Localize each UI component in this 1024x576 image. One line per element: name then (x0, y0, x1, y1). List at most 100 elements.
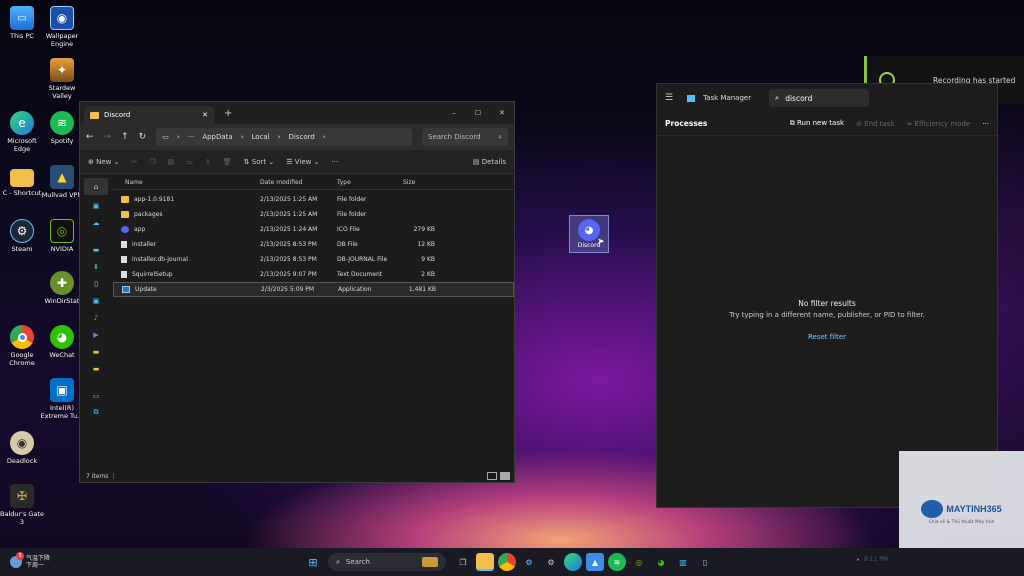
music-icon[interactable]: ♪ (80, 309, 112, 326)
breadcrumb-appdata[interactable]: AppData (202, 133, 232, 141)
desktop-icon-edge[interactable]: e Microsoft Edge (0, 111, 44, 153)
home-icon[interactable]: ⌂ (84, 178, 108, 195)
file-row[interactable]: SquirrelSetup 2/13/2025 9:07 PM Text Docum… (113, 267, 514, 282)
new-button[interactable]: ⊕ New ⌄ (88, 158, 119, 166)
desktop-icon-spotify[interactable]: ≋ Spotify (40, 111, 84, 145)
taskbar-search-input[interactable]: ⌕ Search (328, 553, 447, 571)
chevron-up-icon[interactable]: ˄ (856, 558, 860, 567)
notepad-icon[interactable]: ▯ (696, 553, 714, 571)
copy-icon[interactable]: ❐ (149, 158, 155, 166)
desktop-icon-deadlock[interactable]: ◉ Deadlock (0, 431, 44, 465)
videos-icon[interactable]: ▶ (80, 326, 112, 343)
desktop-icon-mullvad[interactable]: ▲ Mullvad VPN (40, 165, 84, 199)
column-date-modified[interactable]: Date modified (258, 179, 335, 186)
maximize-icon[interactable]: ☐ (466, 109, 490, 117)
file-row[interactable]: Update 2/3/2025 5:09 PM Application 1,481 K… (113, 282, 514, 297)
steam-icon[interactable]: ⚙ (520, 553, 538, 571)
desktop-icon-wechat[interactable]: ◕ WeChat (40, 325, 84, 359)
gallery-icon[interactable]: ▣ (80, 197, 112, 214)
explorer-titlebar: Discord ✕ + – ☐ ✕ (80, 102, 514, 124)
wechat-icon: ◕ (50, 325, 74, 349)
cut-icon[interactable]: ✂ (131, 158, 137, 166)
desktop-icon-c-shortcut[interactable]: C - Shortcut (0, 165, 44, 197)
explorer-navigation-pane: ⌂ ▣ ☁ ▬ ⬇ ▯ ▣ ♪ ▶ ▬ ▬ ▭ ⧉ (80, 176, 112, 470)
file-row[interactable]: installer.db-journal 2/13/2025 8:53 PM DB-… (113, 252, 514, 267)
efficiency-mode-button[interactable]: ❧ Efficiency mode (906, 120, 970, 128)
desktop-icon-steam[interactable]: ⚙ Steam (0, 219, 44, 253)
back-icon[interactable]: ← (86, 132, 94, 142)
chrome-icon[interactable] (498, 553, 517, 571)
details-view-icon[interactable] (487, 472, 497, 480)
menu-icon[interactable]: ☰ (665, 93, 673, 103)
close-window-icon[interactable]: ✕ (490, 109, 514, 117)
settings-icon[interactable]: ⚙ (542, 553, 560, 571)
breadcrumb-local[interactable]: Local (252, 133, 270, 141)
weather-widget[interactable]: 3 气温下降 下周一 (10, 552, 50, 569)
mullvad-icon: ▲ (50, 165, 74, 189)
sort-button[interactable]: ⇅ Sort ⌄ (244, 158, 275, 166)
file-explorer-icon[interactable] (476, 553, 495, 571)
share-icon[interactable]: ⇪ (205, 158, 211, 166)
column-size[interactable]: Size (399, 179, 437, 186)
wechat-icon[interactable]: ◕ (652, 553, 670, 571)
refresh-icon[interactable]: ↻ (139, 132, 147, 142)
details-button[interactable]: ▤ Details (473, 158, 506, 166)
new-tab-icon[interactable]: + (224, 108, 232, 119)
desktop-icon-intel[interactable]: ▣ Intel(R) Extreme Tu... (40, 378, 84, 420)
more-options-icon[interactable]: ··· (331, 158, 338, 166)
desktop-icon-baldurs-gate[interactable]: ✠ Baldur's Gate 3 (0, 484, 44, 526)
process-search-input[interactable]: ⌕ discord (769, 89, 869, 107)
rename-icon[interactable]: ▭ (186, 158, 193, 166)
spotify-icon[interactable]: ≋ (608, 553, 627, 571)
column-name[interactable]: Name (113, 179, 258, 186)
forward-icon[interactable]: → (104, 132, 112, 142)
end-task-button[interactable]: ⊘ End task (856, 120, 894, 128)
desktop-icon-chrome[interactable]: Google Chrome (0, 325, 44, 367)
file-icon (121, 256, 127, 263)
view-button[interactable]: ☰ View ⌄ (286, 158, 319, 166)
desktop-icon-windirstat[interactable]: ✚ WinDirStat (40, 271, 84, 305)
minimize-icon[interactable]: – (442, 109, 466, 117)
desktop-icon-this-pc[interactable]: ▭ This PC (0, 6, 44, 40)
up-icon[interactable]: ↑ (121, 132, 129, 142)
task-manager-icon[interactable]: ▥ (674, 553, 692, 571)
file-row[interactable]: app 2/13/2025 1:24 AM ICO File 279 KB (113, 222, 514, 237)
file-row[interactable]: installer 2/13/2025 8:53 PM DB File 12 KB (113, 237, 514, 252)
file-row[interactable]: app-1.0.9181 2/13/2025 1:25 AM File folder (113, 192, 514, 207)
folder-icon[interactable]: ▬ (80, 360, 112, 377)
edge-icon[interactable] (564, 553, 583, 571)
reset-filter-link[interactable]: Reset filter (657, 333, 997, 341)
close-tab-icon[interactable]: ✕ (202, 111, 208, 119)
breadcrumb[interactable]: ▭ › ··· AppData › Local › Discord › (156, 128, 412, 146)
more-options-icon[interactable]: ··· (982, 120, 989, 128)
column-type[interactable]: Type (335, 179, 399, 186)
run-new-task-button[interactable]: ⧉ Run new task (790, 119, 844, 128)
documents-icon[interactable]: ▯ (80, 275, 112, 292)
desktop-icon-wallpaper-engine[interactable]: ◉ Wallpaper Engine (40, 6, 84, 48)
app-icon (122, 286, 130, 293)
file-row[interactable]: packages 2/13/2025 1:25 AM File folder (113, 207, 514, 222)
delete-icon[interactable]: 🗑 (223, 158, 232, 166)
breadcrumb-discord[interactable]: Discord (288, 133, 314, 141)
folder-icon[interactable]: ▬ (80, 343, 112, 360)
desktop-icon-nvidia[interactable]: ◎ NVIDIA (40, 219, 84, 253)
desktop-folder-icon[interactable]: ▬ (80, 241, 112, 258)
start-button[interactable]: ⊞ (304, 553, 322, 571)
pictures-icon[interactable]: ▣ (80, 292, 112, 309)
search-highlight-icon (422, 557, 439, 567)
this-pc-icon[interactable]: ▭ (80, 387, 112, 404)
downloads-icon[interactable]: ⬇ (80, 258, 112, 275)
desktop-icon-discord[interactable]: ◕ Discord (569, 215, 609, 253)
onedrive-icon[interactable]: ☁ (80, 214, 112, 231)
explorer-search-input[interactable]: Search Discord ⌕ (422, 128, 508, 146)
tiles-view-icon[interactable] (500, 472, 510, 480)
clock[interactable]: 9:11 PM (864, 556, 888, 563)
baldurs-gate-icon: ✠ (10, 484, 34, 508)
explorer-tab[interactable]: Discord ✕ (84, 106, 214, 124)
nvidia-icon[interactable]: ◎ (630, 553, 648, 571)
photos-icon[interactable]: ▲ (586, 553, 605, 571)
desktop-icon-stardew[interactable]: ✦ Stardew Valley (40, 58, 84, 100)
task-view-icon[interactable]: ❐ (454, 553, 472, 571)
paste-icon[interactable]: ▤ (168, 158, 175, 166)
network-icon[interactable]: ⧉ (80, 404, 112, 421)
